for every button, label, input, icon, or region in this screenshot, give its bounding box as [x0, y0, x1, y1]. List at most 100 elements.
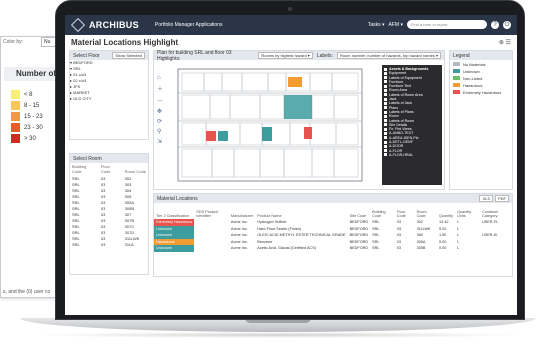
plan-tool-icon[interactable]: ⚲ [157, 128, 163, 135]
table-cell [194, 245, 229, 252]
tree-node[interactable]: ▸ OLD CITY [70, 96, 148, 102]
column-header[interactable]: Quantity Units [455, 203, 480, 219]
export-pdf-button[interactable]: PDF [495, 195, 509, 202]
table-row[interactable]: SRL 03 311A [70, 241, 148, 247]
layer-checkbox[interactable] [384, 106, 387, 110]
highlight-select[interactable]: Rooms by highest hazard ▾ [258, 52, 313, 59]
column-header[interactable]: Building Code [70, 163, 99, 175]
table-cell: 311A [124, 241, 134, 247]
floor-tree[interactable]: ▾ BEDFORD ▾ SRL ▸ 01 c/o3 ▸ 02 c/o3 ▸ JFK… [70, 60, 148, 102]
legend-row: 8 - 15 [11, 100, 43, 111]
top-nav-bar: ARCHIBUS Portfolio Manager Applications … [65, 15, 517, 35]
legend-row: 15 - 23 [11, 111, 43, 122]
layer-checkbox[interactable] [384, 119, 387, 123]
legend-swatch [453, 90, 460, 94]
legend-label: Hazardous [463, 83, 483, 88]
layer-checkbox[interactable] [384, 132, 387, 135]
layer-checkbox[interactable] [384, 153, 387, 157]
layer-checkbox[interactable] [384, 110, 387, 114]
layer-checkbox[interactable] [384, 140, 387, 144]
legend-swatch [453, 69, 460, 73]
column-header[interactable]: Floor Code [99, 163, 123, 175]
legend-row: > 30 [11, 133, 43, 144]
color-by-label: Color by: [3, 39, 24, 45]
plan-tool-icon[interactable]: ＋ [157, 84, 163, 93]
layer-checkbox[interactable] [384, 97, 387, 101]
column-header[interactable]: Room Code [415, 203, 437, 219]
room-highlight-extreme [206, 131, 216, 141]
column-header[interactable]: Product Name [255, 203, 347, 219]
material-locations-panel: Material Locations XLS PDF Tier 2 Classif… [153, 193, 513, 277]
table-cell: L [457, 246, 460, 251]
layer-item[interactable]: A-FLOR-HRAL [384, 153, 440, 157]
table-cell [480, 245, 512, 252]
layer-checkbox[interactable] [384, 114, 387, 118]
show-selected-button[interactable]: Show Selected [112, 52, 145, 59]
column-header[interactable]: Tier 2 Classification [154, 203, 194, 219]
laptop-shadow [30, 332, 526, 338]
title-tools[interactable]: ⊕ ☰ [499, 39, 511, 46]
legend-label: > 30 [24, 135, 36, 142]
range-legend: < 8 8 - 15 15 - 23 23 - 30 > 30 [11, 89, 43, 144]
plan-tool-icon[interactable]: ⇲ [157, 138, 163, 145]
legend-label: 8 - 15 [24, 102, 40, 109]
column-header[interactable]: Room Code [123, 163, 148, 175]
app-logo[interactable]: ARCHIBUS [70, 17, 139, 33]
page-title: Material Locations Highlight [71, 38, 179, 47]
legend-swatch [11, 112, 20, 121]
legend-label: No Materials [463, 62, 486, 67]
export-xls-button[interactable]: XLS [479, 195, 493, 202]
panel-header: Select Floor Show Selected [70, 51, 148, 60]
layer-checkbox[interactable] [384, 93, 387, 97]
legend-items: No Materials Unknown Non-Listed Hazardous Ex… [450, 62, 512, 95]
room-highlight-unknown [284, 95, 312, 119]
table-row[interactable]: Unknown Acme Inc. Acetic Acid, Glacial (Ce… [154, 245, 512, 252]
layer-checkbox[interactable] [384, 149, 387, 153]
tasks-menu[interactable]: Tasks ▾ [368, 22, 385, 28]
column-header[interactable]: Site Code [348, 203, 371, 219]
layer-checkbox[interactable] [384, 144, 387, 148]
legend-label: 23 - 30 [24, 124, 43, 131]
legend-panel: Legend No Materials Unknown Non-Listed Haza… [449, 50, 513, 190]
floor-plan-drawing[interactable] [172, 61, 368, 189]
plan-tool-icon[interactable]: ⌂ [157, 75, 163, 81]
user-menu[interactable]: AFM ▾ [389, 22, 403, 28]
plan-tool-icon[interactable]: － [157, 96, 163, 105]
layer-checkbox[interactable] [384, 89, 387, 93]
table-cell: Acme Inc. [230, 246, 248, 251]
layer-checkbox[interactable] [384, 123, 387, 127]
layer-checkbox[interactable] [384, 76, 387, 80]
plan-tool-icon[interactable]: ⟳ [157, 118, 163, 125]
layers-popup[interactable]: Assets & Backgrounds Equipment Labels of E… [382, 65, 442, 185]
legend-label: < 8 [24, 91, 33, 98]
column-header[interactable]: Quantity [437, 203, 455, 219]
legend-label: Unknown [463, 69, 480, 74]
main-nav[interactable]: Portfolio Manager Applications [155, 22, 223, 28]
legend-label: Non-Listed [463, 76, 483, 81]
column-header[interactable]: Container Category [480, 203, 512, 219]
layer-checkbox[interactable] [384, 80, 387, 84]
search-input[interactable]: Find a form or report [407, 20, 487, 29]
export-buttons: XLS PDF [479, 195, 509, 202]
plan-tool-icon[interactable]: ✥ [157, 108, 163, 115]
layer-checkbox[interactable] [384, 136, 387, 140]
layer-checkbox[interactable] [384, 71, 387, 75]
logout-icon[interactable]: ⏻ [503, 20, 511, 29]
layer-checkbox[interactable] [384, 127, 387, 131]
column-header[interactable]: Manufacturer [229, 203, 255, 219]
laptop-frame: ARCHIBUS Portfolio Manager Applications … [55, 0, 525, 320]
column-header[interactable]: SDS Product Identifier [194, 203, 229, 219]
column-header[interactable]: Floor Code [395, 203, 415, 219]
legend-label: 15 - 23 [24, 113, 43, 120]
archibus-logo-icon [70, 17, 86, 33]
select-floor-panel: Select Floor Show Selected ▾ BEDFORD ▾ S… [69, 50, 149, 140]
table-cell: 0.00 [438, 246, 447, 251]
labels-select[interactable]: Room number, number of hazards, top haza… [336, 52, 441, 59]
layer-checkbox[interactable] [384, 67, 387, 71]
layer-checkbox[interactable] [384, 84, 387, 88]
layer-checkbox[interactable] [384, 101, 387, 105]
help-icon[interactable]: ? [491, 20, 499, 29]
column-header[interactable]: Building Code [370, 203, 395, 219]
legend-item: Unknown [453, 69, 509, 74]
legend-swatch [11, 101, 20, 110]
